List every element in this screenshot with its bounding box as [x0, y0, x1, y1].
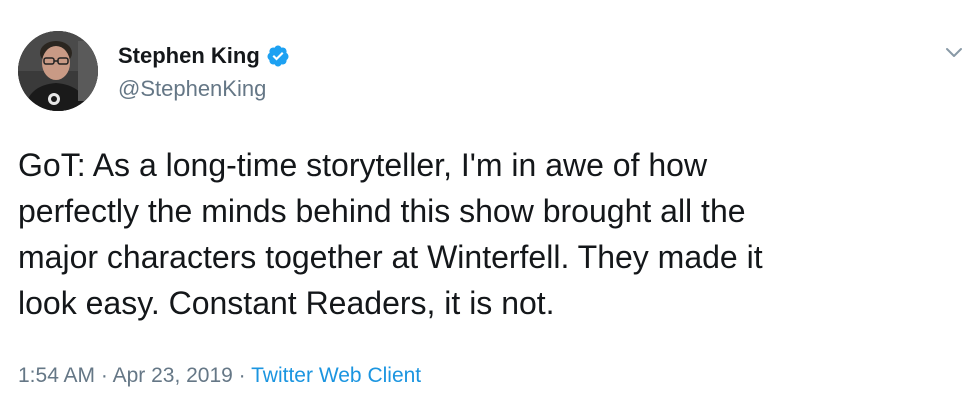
tweet-text-line: look easy. Constant Readers, it is not.	[18, 285, 555, 321]
tweet-text: GoT: As a long-time storyteller, I'm in …	[18, 142, 968, 326]
tweet-text-line: perfectly the minds behind this show bro…	[18, 193, 746, 229]
meta-separator: ·	[232, 364, 252, 387]
tweet-text-line: GoT: As a long-time storyteller, I'm in …	[18, 147, 708, 183]
tweet-text-line: major characters together at Winterfell.…	[18, 239, 763, 275]
tweet-card: Stephen King @StephenKing GoT: As a long…	[0, 0, 980, 414]
tweet-source-link[interactable]: Twitter Web Client	[251, 364, 421, 387]
meta-separator: ·	[95, 364, 113, 387]
tweet-meta: 1:54 AM · Apr 23, 2019 · Twitter Web Cli…	[18, 362, 421, 390]
author-handle[interactable]: @StephenKing	[118, 75, 266, 103]
avatar-photo-icon	[18, 31, 98, 111]
tweet-date[interactable]: Apr 23, 2019	[113, 364, 233, 387]
chevron-down-icon[interactable]	[942, 40, 966, 64]
avatar[interactable]	[18, 31, 98, 111]
author-name-row: Stephen King	[118, 42, 290, 70]
author-display-name[interactable]: Stephen King	[118, 42, 260, 70]
verified-badge-icon	[266, 44, 290, 68]
tweet-time[interactable]: 1:54 AM	[18, 364, 95, 387]
